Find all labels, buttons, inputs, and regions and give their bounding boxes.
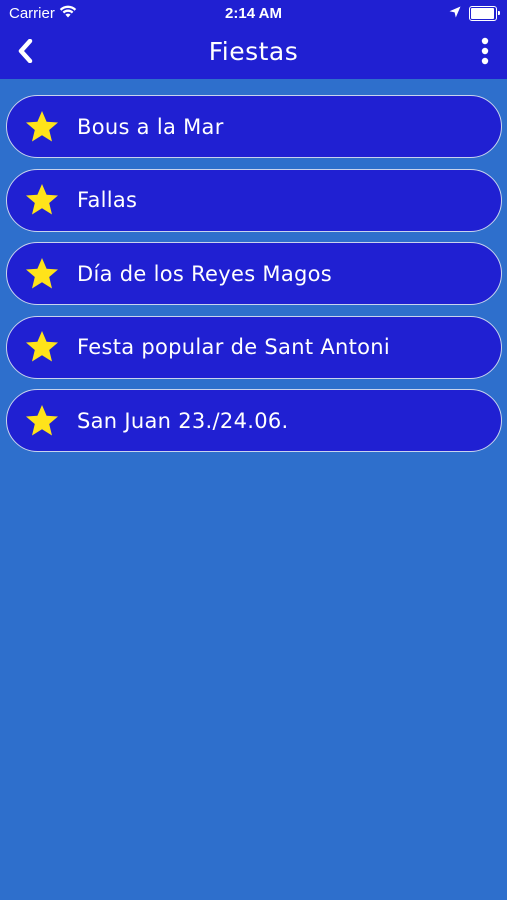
- status-indicators: [449, 5, 500, 22]
- list-item[interactable]: Día de los Reyes Magos: [6, 242, 502, 305]
- star-icon: [24, 329, 60, 365]
- list-item-label: Día de los Reyes Magos: [77, 261, 333, 286]
- star-icon: [24, 182, 60, 218]
- battery-level: [471, 8, 494, 19]
- page-title: Fiestas: [208, 37, 299, 66]
- list-item-label: San Juan 23./24.06.: [77, 408, 289, 433]
- more-options-button[interactable]: [475, 37, 495, 69]
- battery-icon: [469, 6, 500, 21]
- fiestas-list: Bous a la Mar Fallas Día de los Reyes Ma…: [6, 95, 502, 463]
- list-item-label: Fallas: [77, 188, 138, 212]
- battery-tip: [498, 11, 500, 15]
- star-icon: [24, 403, 60, 439]
- clock: 2:14 AM: [225, 5, 282, 22]
- list-item[interactable]: Bous a la Mar: [6, 95, 502, 158]
- star-icon: [24, 256, 60, 292]
- star-icon: [24, 109, 60, 145]
- top-bar: Carrier 2:14 AM Fiestas: [0, 0, 507, 79]
- navigation-bar: Fiestas: [0, 28, 507, 79]
- status-bar: Carrier 2:14 AM: [0, 0, 507, 28]
- location-arrow-icon: [449, 5, 461, 22]
- vertical-ellipsis-icon: [480, 37, 490, 69]
- list-item[interactable]: Fallas: [6, 168, 502, 232]
- list-item-label: Bous a la Mar: [77, 114, 224, 139]
- list-item[interactable]: San Juan 23./24.06.: [6, 389, 502, 452]
- list-item[interactable]: Festa popular de Sant Antoni: [6, 315, 502, 379]
- list-item-label: Festa popular de Sant Antoni: [77, 335, 391, 359]
